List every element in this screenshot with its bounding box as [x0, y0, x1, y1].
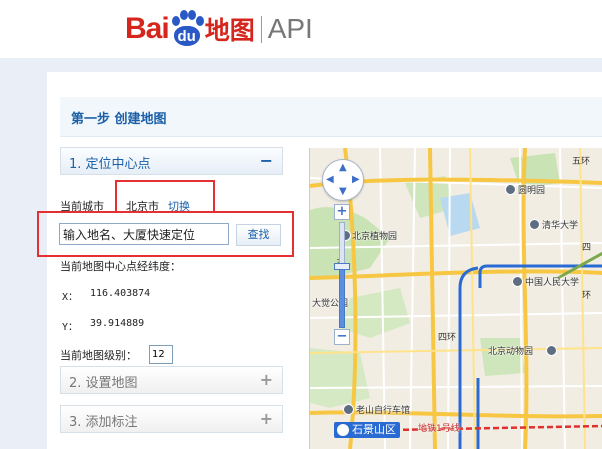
pan-right-icon[interactable]: ▶: [352, 175, 360, 185]
map-label-dongwuyuan[interactable]: 北京动物园: [488, 344, 533, 357]
step-title: 第一步 创建地图: [71, 112, 167, 127]
highlight-box-city: [115, 180, 215, 213]
logo-bai-text: Bai: [125, 12, 170, 45]
pan-up-icon[interactable]: ▲: [339, 163, 347, 173]
map-canvas[interactable]: 圆明园 清华大学 北京植物园 中国人民大学 大觉公园 北京动物园 老山自行车馆 …: [309, 148, 602, 449]
y-label: Y：: [62, 322, 79, 333]
map-label-qinghua[interactable]: 清华大学: [542, 218, 578, 231]
section-label: 1. 定位中心点: [69, 157, 151, 172]
logo-api-text: API: [267, 13, 313, 44]
highlight-box-search: [37, 211, 294, 257]
map-label-metro-line[interactable]: 地铁1号线: [418, 421, 460, 434]
expand-icon[interactable]: +: [260, 370, 273, 389]
map-poi-marker[interactable]: [512, 276, 523, 287]
zoom-slider-fill: [339, 268, 345, 328]
map-poi-marker[interactable]: [546, 345, 557, 356]
map-label-ring-huan: 环: [582, 291, 592, 301]
step-header: 第一步 创建地图: [60, 97, 602, 137]
map-label-ring-5: 五环: [572, 157, 591, 167]
x-label: X：: [62, 292, 79, 303]
logo-divider: [260, 15, 262, 43]
logo-ditu-text: 地图: [204, 16, 255, 45]
map-poi-marker[interactable]: [505, 184, 516, 195]
zoom-slider-handle[interactable]: [334, 263, 350, 270]
section-map-settings[interactable]: 2. 设置地图 +: [60, 366, 283, 394]
section-locate-center[interactable]: 1. 定位中心点 −: [60, 147, 283, 175]
x-value: 116.403874: [90, 288, 151, 299]
section-add-marker[interactable]: 3. 添加标注 +: [60, 405, 283, 433]
map-poi-marker[interactable]: [529, 219, 540, 230]
zoom-out-button[interactable]: −: [334, 329, 350, 345]
map-poi-marker[interactable]: [343, 404, 354, 415]
pan-down-icon[interactable]: ▼: [339, 187, 347, 197]
y-value: 39.914889: [90, 318, 145, 329]
map-label-laoshan[interactable]: 老山自行车馆: [356, 403, 410, 416]
section-label: 2. 设置地图: [69, 376, 138, 391]
zoom-in-button[interactable]: +: [334, 204, 350, 220]
section-label: 3. 添加标注: [69, 415, 138, 430]
map-label-ring-4b: 四: [582, 243, 592, 253]
map-label-ring-4: 四环: [438, 333, 457, 343]
map-label-yuanmingyuan[interactable]: 圆明园: [518, 183, 545, 196]
baidu-paw-icon: du: [170, 9, 204, 49]
expand-icon[interactable]: +: [260, 409, 273, 428]
zoom-level-field[interactable]: [149, 345, 173, 364]
collapse-icon[interactable]: −: [260, 151, 273, 170]
center-coords-label: 当前地图中心点经纬度：: [60, 260, 181, 273]
map-label-renmin[interactable]: 中国人民大学: [525, 275, 579, 288]
header: Bai du 地图 API: [0, 0, 602, 58]
map-pan-control[interactable]: ▲ ▼ ◀ ▶: [322, 159, 364, 201]
baidu-map-logo[interactable]: Bai du 地图 API: [125, 9, 313, 49]
district-label-shijingshan[interactable]: 石景山区: [334, 422, 400, 438]
pan-left-icon[interactable]: ◀: [326, 175, 334, 185]
zoom-level-label: 当前地图级别：: [60, 349, 137, 362]
map-label-zhiwuyuan[interactable]: 北京植物园: [352, 229, 397, 242]
logo-du-text: du: [173, 26, 200, 46]
